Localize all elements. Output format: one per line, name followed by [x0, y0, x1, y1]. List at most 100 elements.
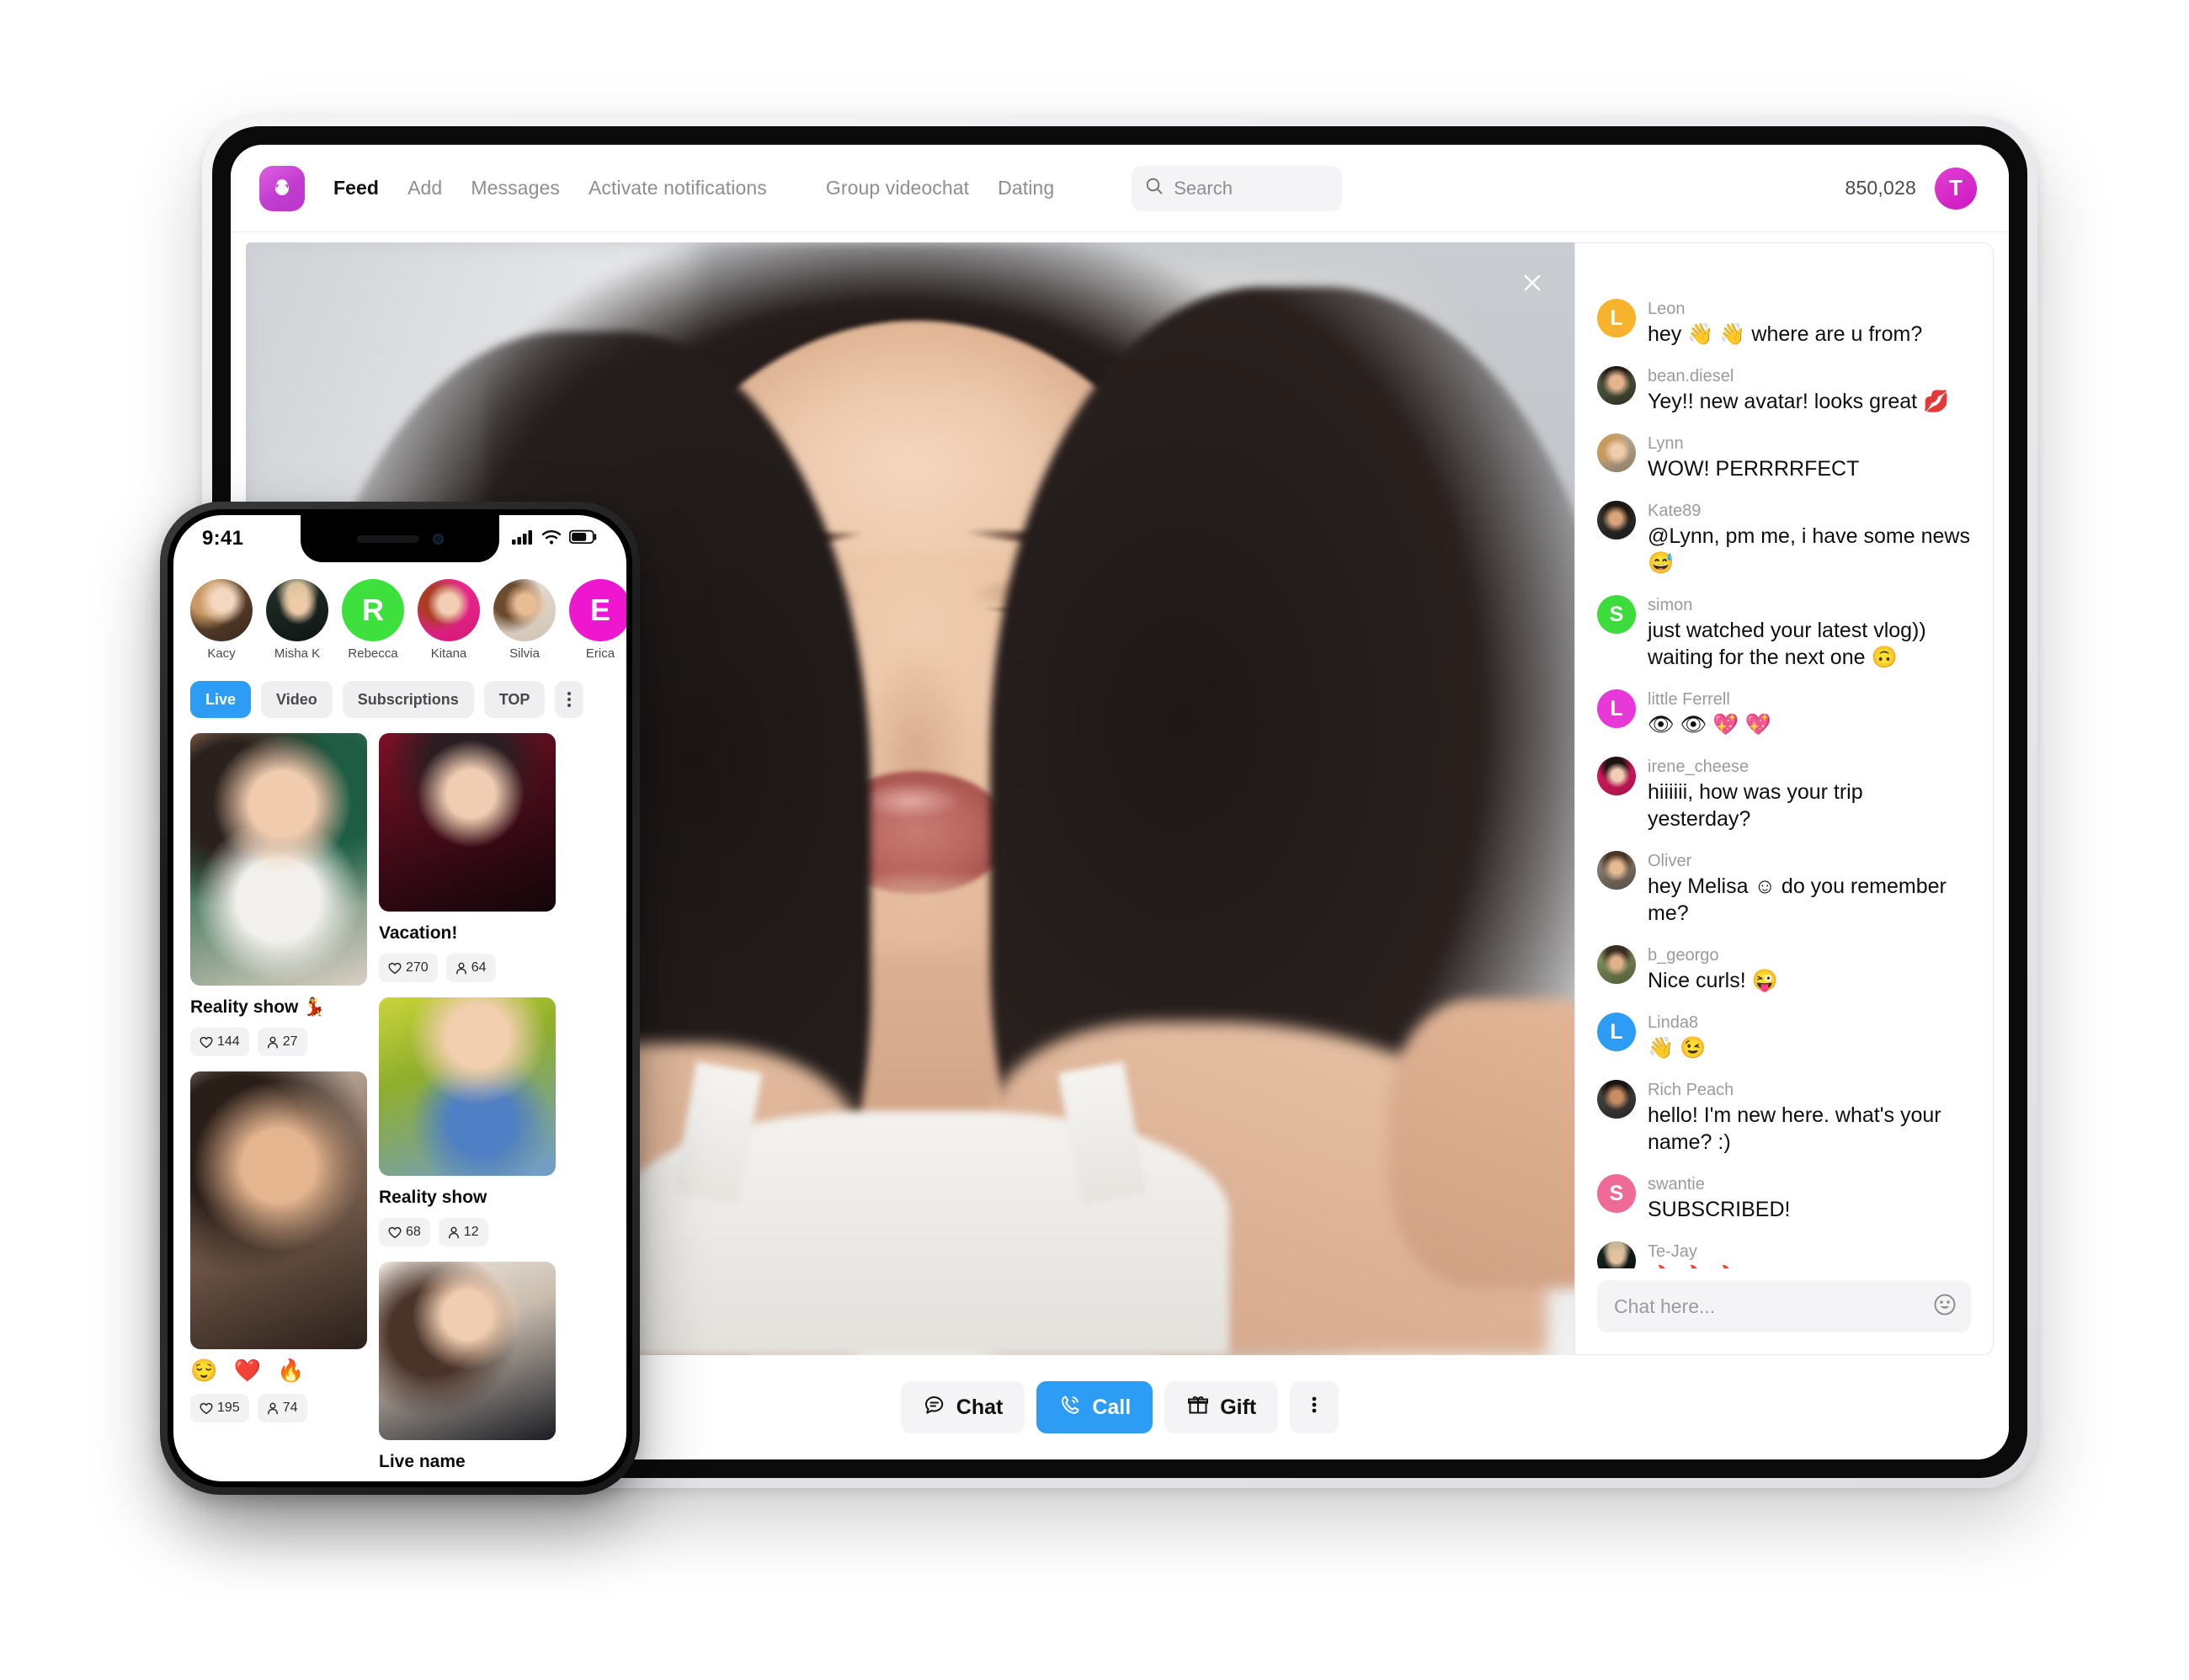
story-avatar[interactable]: [493, 579, 556, 641]
story-item[interactable]: Kitana: [418, 579, 480, 661]
viewer-count: 27: [257, 1028, 307, 1056]
feed-card-thumbnail[interactable]: [190, 733, 367, 986]
chat-message-avatar[interactable]: L: [1597, 1013, 1636, 1051]
like-count: 195: [190, 1394, 249, 1422]
user-avatar[interactable]: T: [1935, 167, 1977, 210]
chat-message-avatar[interactable]: [1597, 1241, 1636, 1269]
feed-column-right: Vacation! 270 64 Reality show 68 12 Live name: [379, 733, 556, 1481]
close-icon[interactable]: [1514, 264, 1551, 301]
chat-message-username[interactable]: little Ferrell: [1648, 689, 1771, 710]
feed-filter-row[interactable]: Live Video Subscriptions TOP: [173, 669, 626, 728]
feed-card[interactable]: Vacation! 270 64: [379, 733, 556, 982]
feed-filter-top[interactable]: TOP: [483, 681, 546, 718]
chat-message-username[interactable]: Kate89: [1648, 501, 1971, 522]
nav-link-activate-notifications[interactable]: Activate notifications: [589, 177, 767, 199]
feed-card-thumbnail[interactable]: [190, 1071, 367, 1349]
emoji-smiley-icon[interactable]: [1932, 1292, 1957, 1321]
story-name: Rebecca: [348, 646, 398, 661]
chat-message: L Linda8 👋 😉: [1597, 1013, 1971, 1061]
feed-card-stats: 68 12: [379, 1218, 556, 1247]
chat-message-text: @Lynn, pm me, i have some news 😅: [1648, 524, 1970, 575]
feed-card[interactable]: Reality show 68 12: [379, 997, 556, 1247]
chat-message-body: irene_cheese hiiiiii, how was your trip y…: [1648, 757, 1971, 832]
story-avatar[interactable]: R: [342, 579, 404, 641]
chat-message-username[interactable]: Rich Peach: [1648, 1080, 1971, 1101]
chat-message-avatar[interactable]: [1597, 945, 1636, 984]
earpiece-speaker: [356, 534, 419, 543]
chat-message-username[interactable]: b_georgo: [1648, 945, 1778, 966]
nav-link-group-videochat[interactable]: Group videochat: [826, 177, 969, 199]
chat-message-body: Oliver hey Melisa ☺ do you remember me?: [1648, 851, 1971, 927]
chat-message-avatar[interactable]: [1597, 1080, 1636, 1119]
feed-card-thumbnail[interactable]: [379, 997, 556, 1176]
viewer-count-value: 27: [282, 1034, 298, 1049]
chat-message-avatar[interactable]: [1597, 851, 1636, 890]
chat-message-username[interactable]: Lynn: [1648, 433, 1859, 455]
chat-message-body: Kate89 @Lynn, pm me, i have some news 😅: [1648, 501, 1971, 577]
chat-message-username[interactable]: simon: [1648, 595, 1971, 616]
feed-filter-live[interactable]: Live: [190, 681, 252, 718]
cellular-signal-icon: [512, 529, 534, 550]
chat-message-avatar[interactable]: S: [1597, 595, 1636, 634]
like-count-value: 68: [406, 1225, 421, 1239]
story-item[interactable]: Misha K: [266, 579, 328, 661]
chat-message-body: simon just watched your latest vlog)) wai…: [1648, 595, 1971, 671]
story-avatar[interactable]: [190, 579, 253, 641]
nav-link-add[interactable]: Add: [407, 177, 442, 199]
search-icon: [1145, 177, 1164, 199]
like-count: 270: [379, 954, 438, 982]
story-item[interactable]: Silvia: [493, 579, 556, 661]
like-count-value: 195: [217, 1401, 240, 1415]
story-item[interactable]: Kacy: [190, 579, 253, 661]
feed-filter-video[interactable]: Video: [261, 681, 333, 718]
story-avatar[interactable]: E: [569, 579, 626, 641]
chat-message-username[interactable]: Te-Jay: [1648, 1241, 1738, 1263]
feed-card-thumbnail[interactable]: [379, 733, 556, 912]
chat-message-text: 👁 👁 💖 💖: [1648, 713, 1771, 736]
chat-message-username[interactable]: Linda8: [1648, 1013, 1706, 1034]
chat-message-body: Linda8 👋 😉: [1648, 1013, 1706, 1061]
chat-message-username[interactable]: Leon: [1648, 299, 1922, 320]
feed-filter-subscriptions[interactable]: Subscriptions: [342, 681, 474, 718]
nav-link-feed[interactable]: Feed: [333, 177, 379, 199]
story-item[interactable]: R Rebecca: [342, 579, 404, 661]
chat-message-username[interactable]: swantie: [1648, 1174, 1790, 1195]
chat-message-text: hello! I'm new here. what's your name? :…: [1648, 1103, 1941, 1154]
nav-link-dating[interactable]: Dating: [998, 177, 1054, 199]
search-input[interactable]: [1174, 177, 1329, 199]
chat-message-avatar[interactable]: [1597, 757, 1636, 795]
chat-message-username[interactable]: Oliver: [1648, 851, 1971, 872]
feed-filter-more-icon[interactable]: [555, 681, 584, 718]
chat-message-avatar[interactable]: L: [1597, 689, 1636, 728]
app-logo-icon[interactable]: [259, 165, 305, 211]
search-box[interactable]: [1132, 165, 1343, 211]
chat-message-list[interactable]: L Leon hey 👋 👋 where are u from? bean.diese…: [1575, 255, 1993, 1269]
feed-card[interactable]: 😌 ❤️ 🔥 195 74: [190, 1071, 367, 1422]
chat-button[interactable]: Chat: [900, 1381, 1025, 1434]
story-avatar[interactable]: [266, 579, 328, 641]
more-options-button[interactable]: [1290, 1381, 1339, 1434]
gift-button[interactable]: Gift: [1164, 1381, 1279, 1434]
chat-message-username[interactable]: irene_cheese: [1648, 757, 1971, 778]
story-avatar[interactable]: [418, 579, 480, 641]
chat-message-avatar[interactable]: [1597, 501, 1636, 540]
feed-card[interactable]: Reality show 💃 144 27: [190, 733, 367, 1056]
chat-input[interactable]: [1614, 1295, 1932, 1318]
person-icon: [267, 1036, 278, 1048]
nav-link-messages[interactable]: Messages: [471, 177, 560, 199]
phone-notch: [301, 515, 499, 562]
phone-bezel: 9:41 Kacy Misha K R Rebecca Kitana Silvi…: [168, 509, 632, 1487]
feed-card-thumbnail[interactable]: [379, 1262, 556, 1440]
feed-grid[interactable]: Reality show 💃 144 27 😌 ❤️ 🔥 195 74 Vacation!…: [173, 728, 626, 1481]
chat-message-avatar[interactable]: [1597, 366, 1636, 405]
like-count-value: 270: [406, 960, 429, 975]
chat-message-avatar[interactable]: S: [1597, 1174, 1636, 1213]
chat-input-box[interactable]: [1597, 1280, 1971, 1333]
chat-message-avatar[interactable]: L: [1597, 299, 1636, 338]
feed-card[interactable]: Live name: [379, 1262, 556, 1472]
chat-message-avatar[interactable]: [1597, 433, 1636, 472]
story-item[interactable]: E Erica: [569, 579, 626, 661]
stories-row[interactable]: KacyMisha KRRebeccaKitanaSilviaEEricaC: [173, 562, 626, 669]
chat-message-username[interactable]: bean.diesel: [1648, 366, 1949, 387]
call-button[interactable]: Call: [1036, 1381, 1153, 1434]
